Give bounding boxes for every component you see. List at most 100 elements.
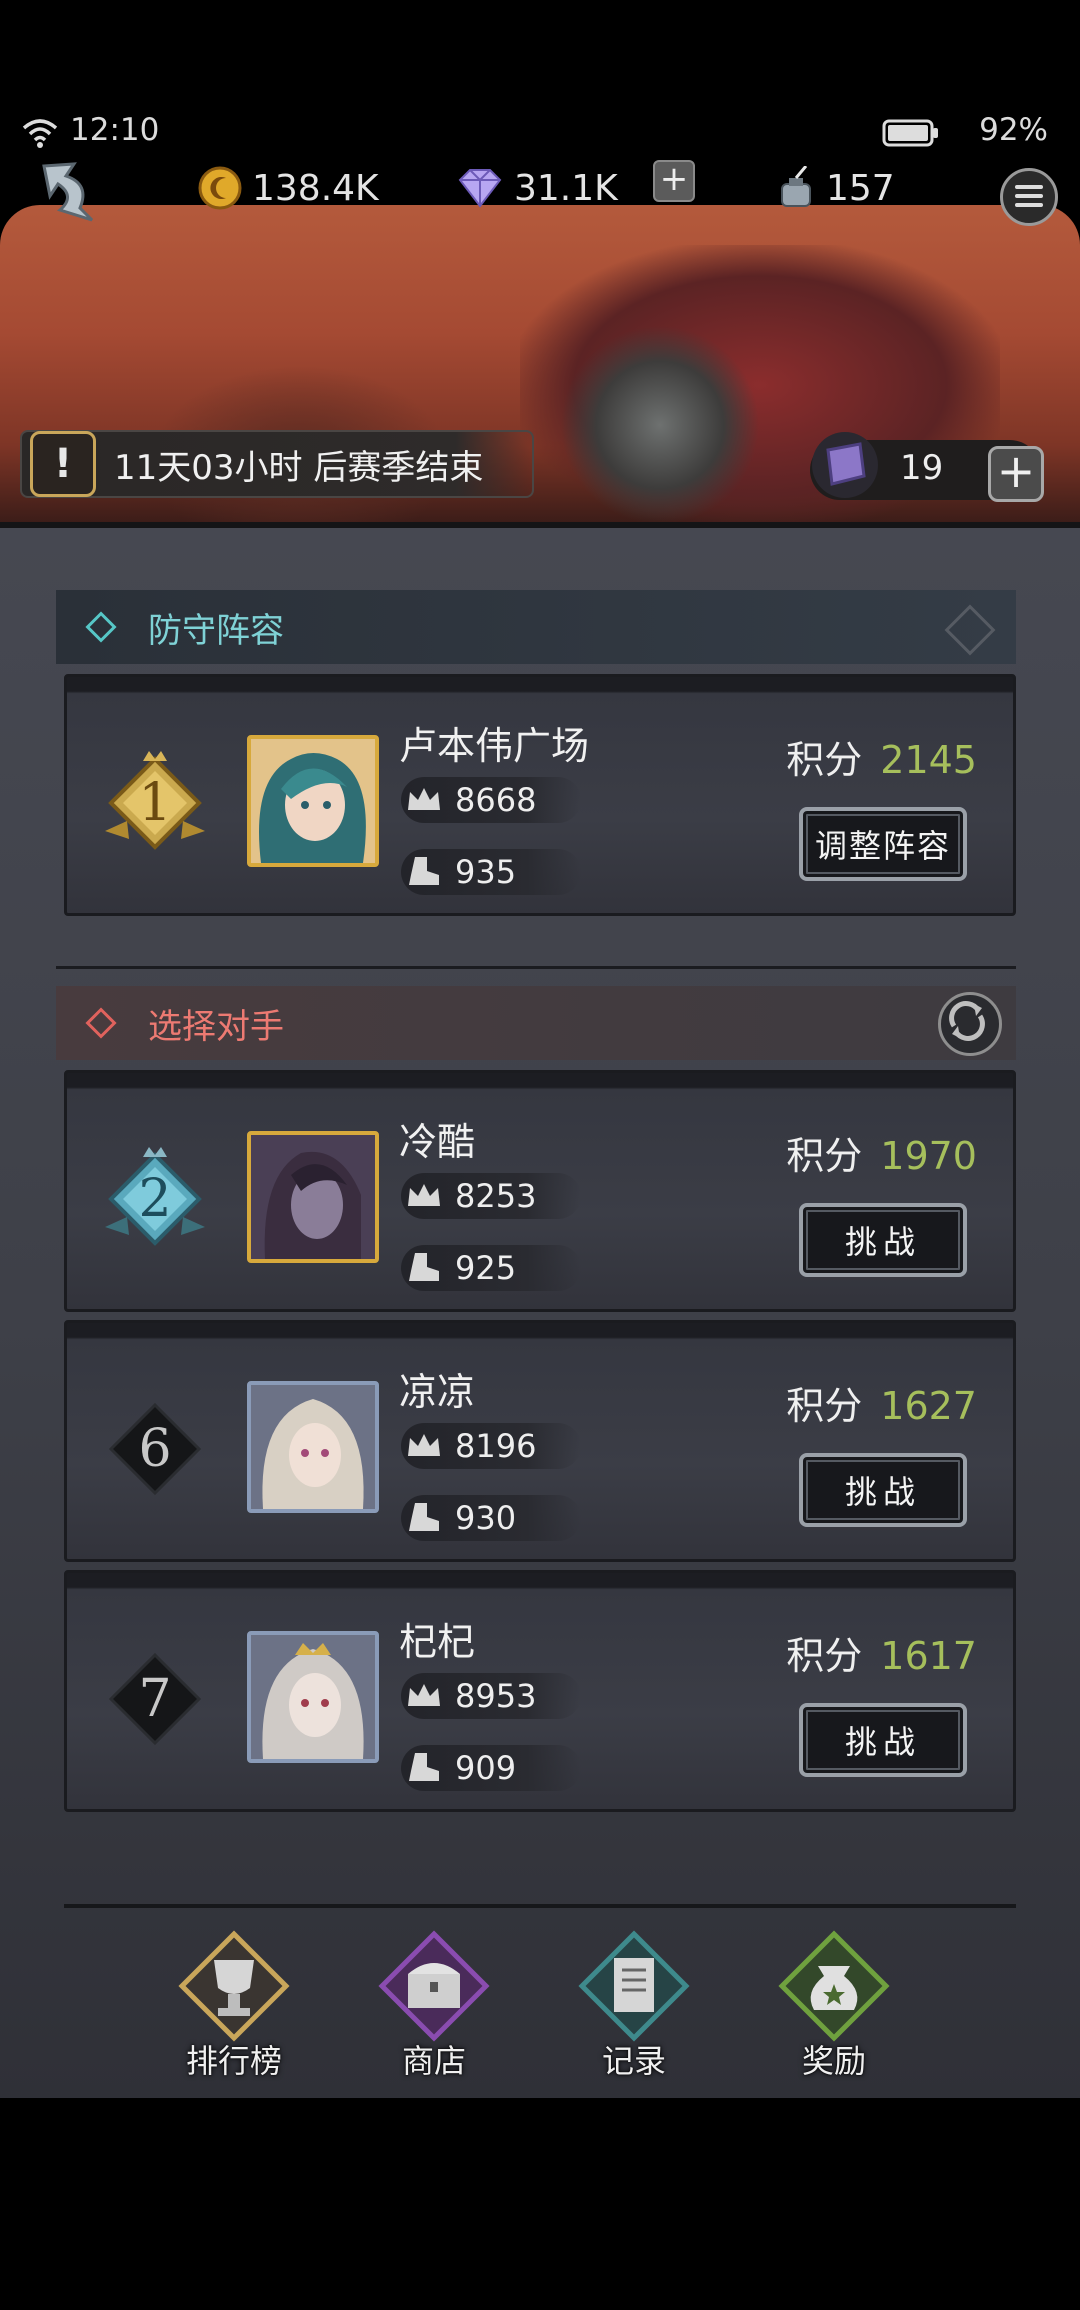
moneybag-icon <box>778 1930 890 2042</box>
opponent-rank: 7 <box>138 1669 172 1729</box>
score-value: 1617 <box>880 1634 977 1678</box>
boot-icon <box>401 1245 447 1291</box>
challenge-button[interactable]: 挑战 <box>799 1703 967 1777</box>
speed-value: 930 <box>455 1499 517 1537</box>
power-stat: 8196 <box>401 1423 581 1469</box>
crown-icon <box>401 1173 447 1219</box>
avatar[interactable] <box>247 1381 379 1513</box>
speed-value: 935 <box>455 853 517 891</box>
speed-value: 925 <box>455 1249 517 1287</box>
nav-rewards[interactable]: 奖励 <box>764 1930 904 2080</box>
gold-counter: 138.4K <box>198 160 379 216</box>
arrow-right-icon[interactable] <box>944 604 996 656</box>
resource-bar: 138.4K 31.1K + 157 <box>0 150 1080 230</box>
diamond-bullet-icon <box>85 1007 117 1039</box>
opponent-rank: 2 <box>138 1169 172 1229</box>
power-stat: 8953 <box>401 1673 581 1719</box>
scroll-icon <box>578 1930 690 2042</box>
diamond-bullet-icon <box>85 611 117 643</box>
opponent-card: 7 杞杞 8953 909 积分 1617 挑战 <box>64 1570 1016 1812</box>
score: 积分 1970 <box>786 1125 977 1180</box>
score-label: 积分 <box>786 1384 863 1428</box>
diamond-icon <box>458 169 502 208</box>
score-label: 积分 <box>786 738 863 782</box>
wifi-icon <box>22 119 58 148</box>
challenge-button[interactable]: 挑战 <box>799 1203 967 1277</box>
gold-coin-icon <box>198 166 242 210</box>
status-time: 12:10 <box>70 112 160 148</box>
alert-icon: ! <box>30 431 96 497</box>
menu-button[interactable] <box>1000 168 1058 226</box>
nav-leaderboard[interactable]: 排行榜 <box>164 1930 304 2080</box>
opponent-name: 凉凉 <box>399 1370 476 1414</box>
power-stat: 8253 <box>401 1173 581 1219</box>
diamond-amount: 31.1K <box>514 167 618 209</box>
score: 积分 1617 <box>786 1625 977 1680</box>
power-value: 8253 <box>455 1177 537 1215</box>
ticket-icon <box>812 432 878 498</box>
gold-amount: 138.4K <box>252 167 379 209</box>
section-divider <box>56 966 1016 969</box>
crown-icon <box>401 777 447 823</box>
battery-icon <box>882 119 938 147</box>
challenge-button[interactable]: 挑战 <box>799 1453 967 1527</box>
crown-icon <box>401 1423 447 1469</box>
season-countdown: ! 11天03小时 后赛季结束 <box>20 430 534 498</box>
select-opponent-title: 选择对手 <box>148 1006 284 1047</box>
score-label: 积分 <box>786 1134 863 1178</box>
add-diamond-button[interactable]: + <box>653 160 695 202</box>
score-value: 1970 <box>880 1134 977 1178</box>
ink-bottle-icon <box>781 166 811 207</box>
speed-stat: 909 <box>401 1745 581 1791</box>
chest-icon <box>378 1930 490 2042</box>
score-value: 1627 <box>880 1384 977 1428</box>
refresh-button[interactable] <box>938 992 1002 1056</box>
ticket-count: 19 <box>900 448 944 488</box>
score: 积分 2145 <box>786 729 977 784</box>
score-value: 2145 <box>880 738 977 782</box>
defense-lineup-header: 防守阵容 <box>56 590 1016 664</box>
select-opponent-header: 选择对手 <box>56 986 1016 1060</box>
power-value: 8668 <box>455 781 537 819</box>
boot-icon <box>401 849 447 895</box>
ink-counter: 157 <box>776 160 895 216</box>
crown-icon <box>401 1673 447 1719</box>
defense-rank: 1 <box>138 773 172 833</box>
speed-stat: 925 <box>401 1245 581 1291</box>
speed-stat: 935 <box>401 849 581 895</box>
adjust-lineup-button[interactable]: 调整阵容 <box>799 807 967 881</box>
avatar[interactable] <box>247 1131 379 1263</box>
speed-value: 909 <box>455 1749 517 1787</box>
ink-amount: 157 <box>826 167 895 209</box>
defense-player-name: 卢本伟广场 <box>399 724 590 768</box>
score-label: 积分 <box>786 1634 863 1678</box>
opponent-card: 6 凉凉 8196 930 积分 1627 挑战 <box>64 1320 1016 1562</box>
opponent-rank: 6 <box>138 1419 172 1479</box>
power-value: 8953 <box>455 1677 537 1715</box>
refresh-icon <box>949 1001 985 1041</box>
opponent-name: 冷酷 <box>399 1120 476 1164</box>
boot-icon <box>401 1495 447 1541</box>
avatar[interactable] <box>247 1631 379 1763</box>
speed-stat: 930 <box>401 1495 581 1541</box>
trophy-icon <box>178 1930 290 2042</box>
defense-lineup-title: 防守阵容 <box>148 610 284 651</box>
nav-rewards-label: 奖励 <box>801 2042 866 2080</box>
nav-divider <box>64 1904 1016 1908</box>
avatar[interactable] <box>247 735 379 867</box>
nav-records-label: 记录 <box>601 2042 666 2080</box>
defense-player-card: 1 卢本伟广场 8668 935 积分 2145 调整阵容 <box>64 674 1016 916</box>
opponent-card: 2 冷酷 8253 925 积分 1970 挑战 <box>64 1070 1016 1312</box>
score: 积分 1627 <box>786 1375 977 1430</box>
battery-percent: 92% <box>979 112 1048 148</box>
opponent-name: 杞杞 <box>399 1620 476 1664</box>
nav-records[interactable]: 记录 <box>564 1930 704 2080</box>
add-ticket-button[interactable]: + <box>988 446 1044 502</box>
power-stat: 8668 <box>401 777 581 823</box>
nav-leaderboard-label: 排行榜 <box>185 2042 282 2080</box>
nav-shop[interactable]: 商店 <box>364 1930 504 2080</box>
diamond-counter: 31.1K <box>456 160 618 216</box>
nav-shop-label: 商店 <box>401 2042 466 2080</box>
back-icon[interactable] <box>30 156 100 226</box>
season-countdown-text: 11天03小时 后赛季结束 <box>114 447 484 488</box>
